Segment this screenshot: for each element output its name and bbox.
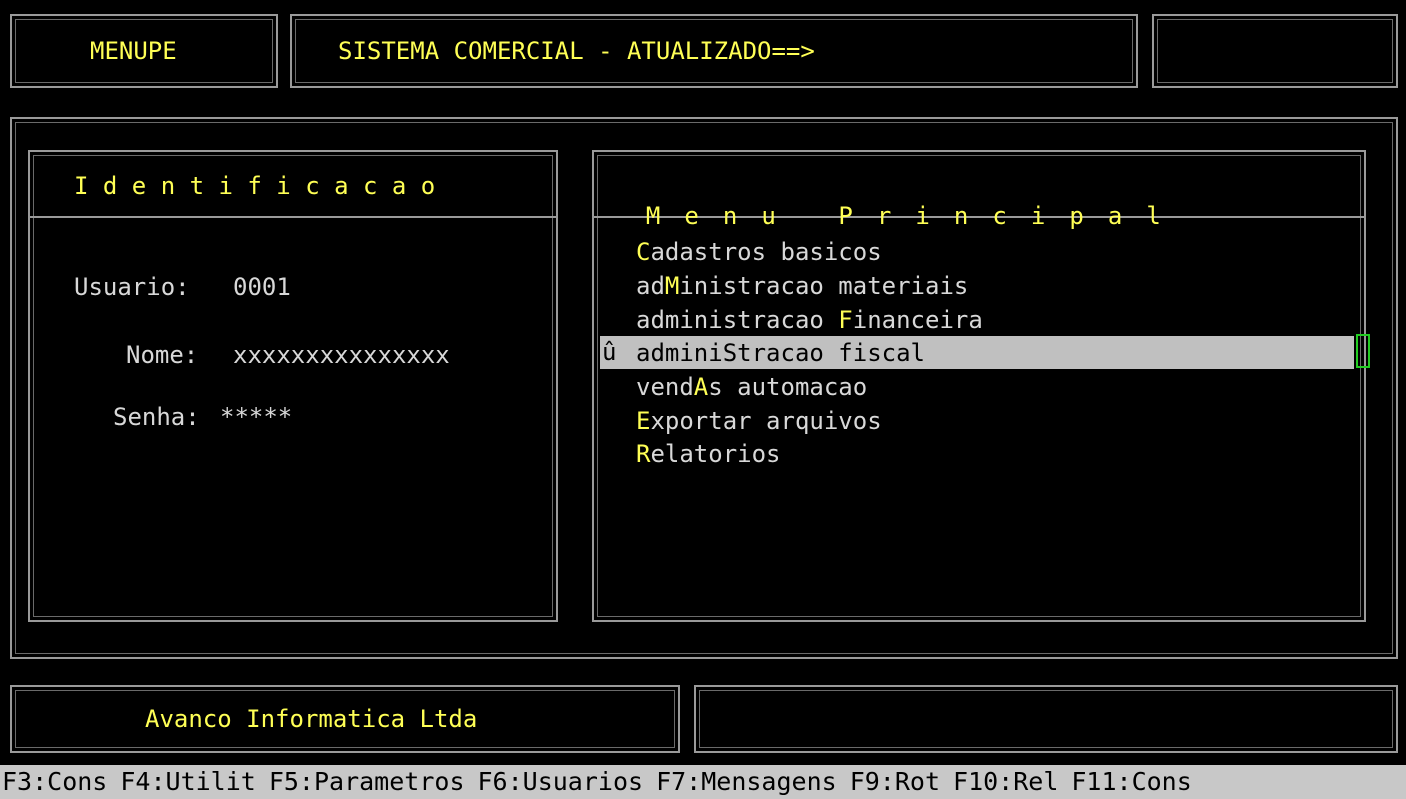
- menu-item-text: elatorios: [650, 440, 781, 468]
- menu-item-text: inanceira: [852, 306, 983, 334]
- menu-item-hotkey: C: [636, 238, 651, 266]
- nome-label: Nome:: [126, 341, 199, 369]
- identification-title: I d e n t i f i c a c a o: [74, 172, 436, 200]
- menu-item-text: ad: [636, 272, 665, 300]
- menu-item[interactable]: Relatorios: [636, 438, 781, 470]
- function-key[interactable]: F3:Cons: [2, 767, 107, 796]
- menu-item-text: admini: [636, 339, 723, 367]
- system-title: SISTEMA COMERCIAL - ATUALIZADO==>: [338, 37, 815, 65]
- menu-item-text: tracao fiscal: [737, 339, 925, 367]
- usuario-value[interactable]: 0001: [233, 272, 291, 302]
- menu-item-hotkey: S: [722, 339, 738, 367]
- function-key[interactable]: F4:Utilit: [120, 767, 255, 796]
- menu-item-hotkey: R: [636, 440, 651, 468]
- function-key[interactable]: F6:Usuarios: [478, 767, 644, 796]
- function-key[interactable]: F9:Rot: [850, 767, 940, 796]
- menu-item-text: s automacao: [708, 373, 868, 401]
- nome-value[interactable]: xxxxxxxxxxxxxxx: [233, 340, 450, 370]
- cursor-block: [1356, 334, 1370, 368]
- menu-item[interactable]: Exportar arquivos: [636, 405, 882, 437]
- usuario-label: Usuario:: [74, 273, 190, 301]
- menu-item-text: xportar arquivos: [650, 407, 882, 435]
- function-key[interactable]: F11:Cons: [1071, 767, 1191, 796]
- menu-item-hotkey: F: [838, 306, 853, 334]
- main-menu-title-text: M e n u P r i n c i p a l: [645, 202, 1166, 230]
- company-name: Avanco Informatica Ltda: [145, 705, 478, 733]
- main-menu-title: M e n u P r i n c i p a l: [617, 171, 1166, 231]
- menu-item-text: adastros basicos: [650, 238, 882, 266]
- identification-panel: [28, 150, 558, 622]
- menu-item[interactable]: administracao Financeira: [636, 304, 983, 336]
- selected-marker: û: [602, 338, 617, 366]
- function-key[interactable]: F7:Mensagens: [656, 767, 837, 796]
- menu-item-hotkey: E: [636, 407, 651, 435]
- function-key-bar: F3:Cons F4:Utilit F5:Parametros F6:Usuarios…: [0, 765, 1406, 799]
- menu-item-hotkey: A: [693, 373, 709, 401]
- menu-item-text: vend: [636, 373, 694, 401]
- status-box: [694, 685, 1398, 753]
- header-right-box: [1152, 14, 1398, 88]
- program-name: MENUPE: [90, 37, 177, 65]
- menu-item-hotkey: M: [664, 272, 680, 300]
- menu-item[interactable]: adMinistracao materiais: [636, 270, 968, 302]
- menu-item-text: administracao: [636, 306, 839, 334]
- menu-item-text: inistracao materiais: [679, 272, 969, 300]
- menu-item[interactable]: vendAs automacao: [636, 371, 867, 403]
- menu-item[interactable]: Cadastros basicos: [636, 236, 882, 268]
- senha-value[interactable]: *****: [220, 402, 292, 432]
- function-key[interactable]: F5:Parametros: [269, 767, 465, 796]
- senha-label: Senha:: [113, 403, 200, 431]
- menu-item[interactable]: adminiStracao fiscal: [636, 337, 925, 369]
- function-key[interactable]: F10:Rel: [953, 767, 1058, 796]
